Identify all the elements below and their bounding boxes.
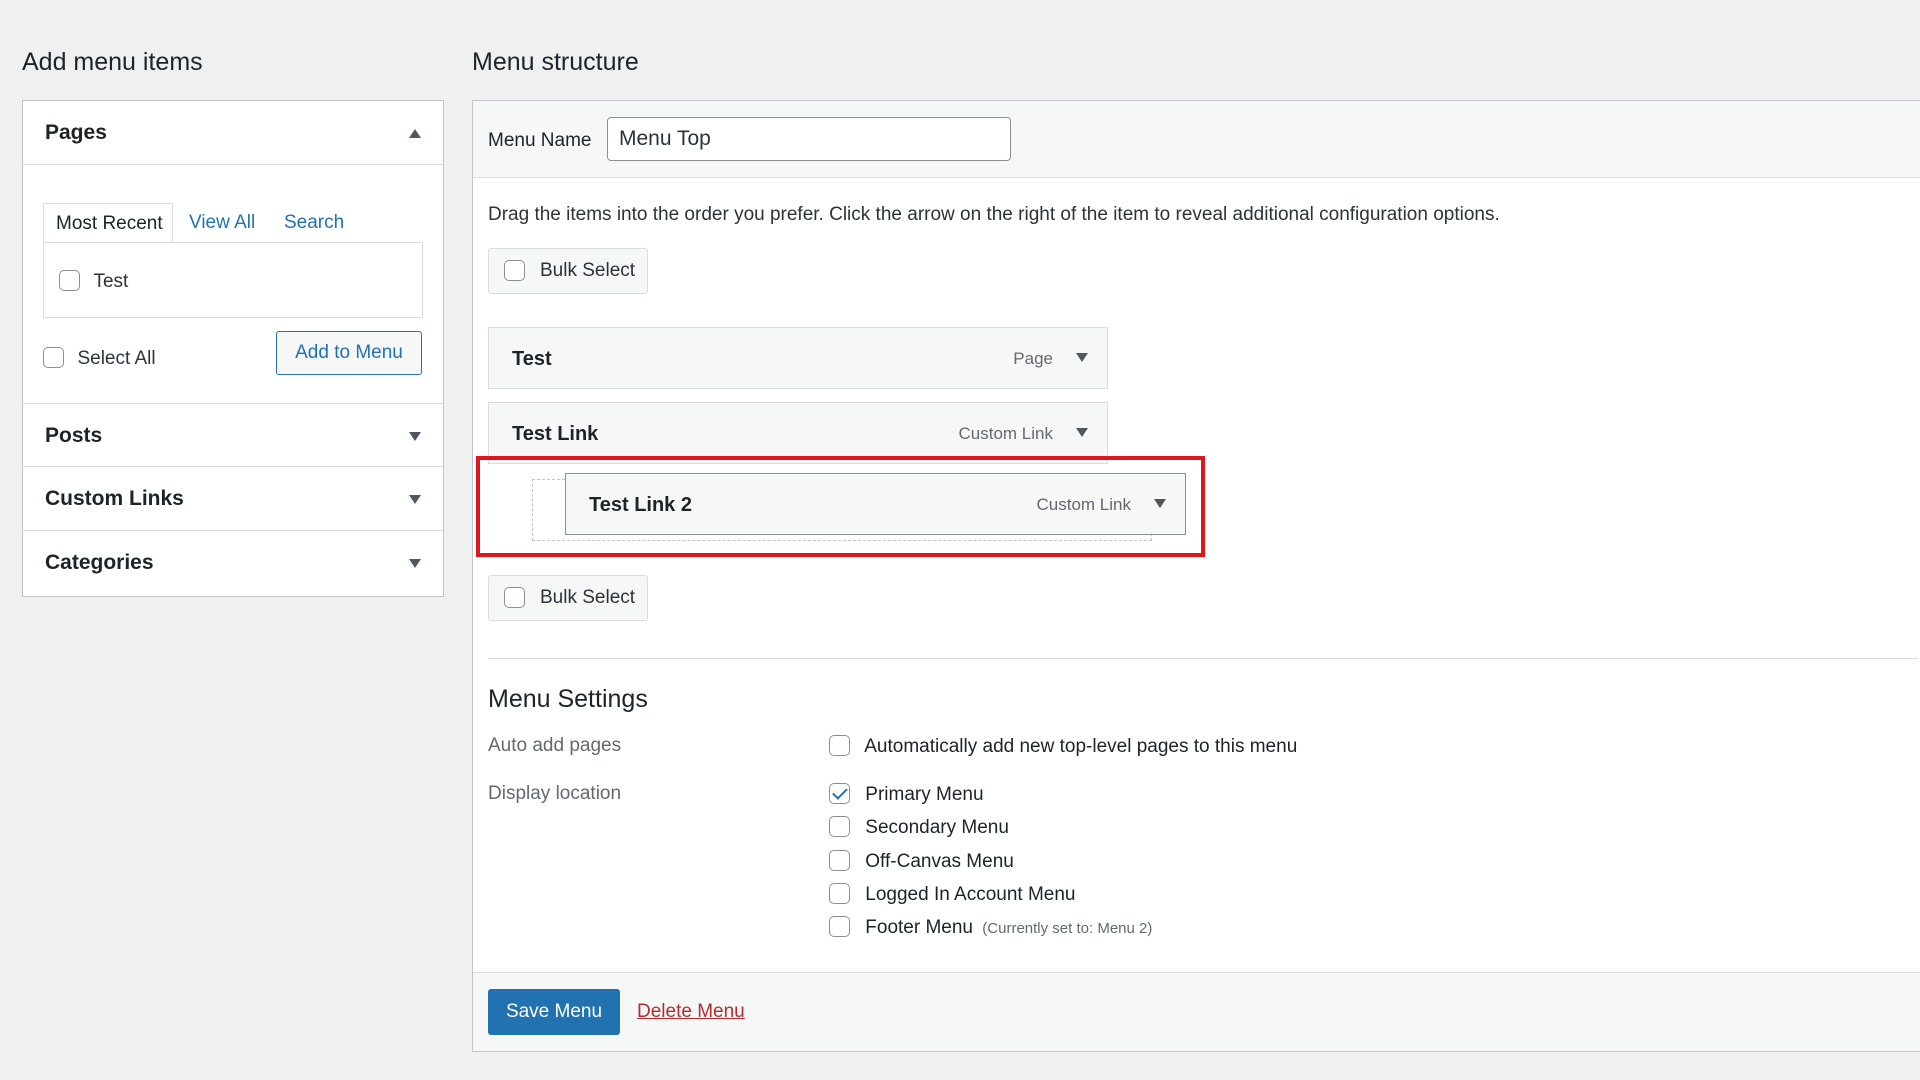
menu-item-title: Test Link	[512, 423, 599, 445]
location-label: Logged In Account Menu	[865, 884, 1076, 905]
custom-links-section-title: Custom Links	[45, 487, 184, 510]
bulk-select-checkbox[interactable]	[504, 260, 525, 281]
highlight-box	[476, 456, 1205, 557]
menu-name-bar: Menu Name	[473, 101, 1920, 178]
menu-settings-heading: Menu Settings	[488, 685, 648, 713]
add-menu-items-heading: Add menu items	[22, 48, 203, 76]
select-all-label: Select All	[77, 348, 156, 369]
expand-item-arrow-icon[interactable]	[1076, 353, 1088, 362]
bulk-select-top[interactable]: Bulk Select	[488, 248, 648, 294]
add-menu-items-panel: Pages Most Recent View All Search Test S…	[22, 100, 444, 597]
save-menu-button[interactable]: Save Menu	[488, 989, 620, 1035]
auto-add-label: Auto add pages	[488, 735, 622, 756]
delete-menu-link[interactable]: Delete Menu	[637, 1001, 745, 1023]
location-secondary[interactable]: Secondary Menu	[829, 816, 1009, 839]
select-all-checkbox[interactable]	[43, 347, 64, 368]
bulk-select-label: Bulk Select	[540, 587, 636, 608]
expand-arrow-icon[interactable]	[409, 495, 421, 504]
location-checkbox[interactable]	[829, 916, 850, 937]
location-note: (Currently set to: Menu 2)	[982, 920, 1153, 937]
location-label: Secondary Menu	[865, 817, 1009, 838]
menu-structure-panel: Menu Name Drag the items into the order …	[472, 100, 1920, 1052]
pages-section-title: Pages	[45, 121, 107, 144]
select-all-row[interactable]: Select All	[43, 347, 156, 370]
menu-name-input[interactable]	[607, 117, 1011, 161]
categories-section-header[interactable]: Categories	[23, 531, 443, 595]
auto-add-text: Automatically add new top-level pages to…	[864, 736, 1298, 757]
menu-item-test[interactable]: Test Page	[488, 327, 1108, 389]
location-logged-in[interactable]: Logged In Account Menu	[829, 883, 1076, 906]
location-label: Off-Canvas Menu	[865, 851, 1014, 872]
bulk-select-label: Bulk Select	[540, 260, 636, 281]
pages-section-header[interactable]: Pages	[23, 101, 443, 165]
location-checkbox[interactable]	[829, 816, 850, 837]
location-checkbox[interactable]	[829, 783, 850, 804]
most-recent-list: Test	[43, 242, 423, 318]
menu-structure-heading: Menu structure	[472, 48, 639, 76]
tab-view-all[interactable]: View All	[189, 212, 255, 234]
location-primary[interactable]: Primary Menu	[829, 783, 984, 806]
menu-item-test-link[interactable]: Test Link Custom Link	[488, 402, 1108, 464]
tab-most-recent[interactable]: Most Recent	[43, 203, 173, 243]
menu-footer-bar: Save Menu Delete Menu	[473, 972, 1920, 1051]
posts-section-title: Posts	[45, 424, 103, 447]
custom-links-section-header[interactable]: Custom Links	[23, 467, 443, 531]
save-menu-label: Save Menu	[505, 1001, 603, 1022]
list-item[interactable]: Test	[59, 270, 128, 293]
expand-item-arrow-icon[interactable]	[1076, 428, 1088, 437]
bulk-select-bottom[interactable]: Bulk Select	[488, 575, 648, 621]
instructions-text: Drag the items into the order you prefer…	[488, 204, 1500, 225]
add-to-menu-button[interactable]: Add to Menu	[276, 331, 422, 375]
menu-name-label: Menu Name	[488, 130, 592, 151]
tab-most-recent-label: Most Recent	[56, 213, 163, 234]
add-to-menu-label: Add to Menu	[295, 342, 403, 363]
location-checkbox[interactable]	[829, 850, 850, 871]
divider	[488, 658, 1918, 659]
page-item-checkbox[interactable]	[59, 270, 80, 291]
auto-add-checkbox[interactable]	[829, 735, 850, 756]
location-footer[interactable]: Footer Menu (Currently set to: Menu 2)	[829, 916, 1152, 939]
menu-item-title: Test	[512, 348, 552, 370]
expand-arrow-icon[interactable]	[409, 559, 421, 568]
menu-item-type: Custom Link	[958, 424, 1053, 443]
tab-search[interactable]: Search	[284, 212, 344, 234]
display-location-label: Display location	[488, 783, 622, 804]
page-item-label: Test	[93, 271, 129, 292]
categories-section-title: Categories	[45, 551, 154, 574]
location-label: Footer Menu	[865, 917, 974, 938]
collapse-arrow-icon[interactable]	[409, 129, 421, 138]
location-checkbox[interactable]	[829, 883, 850, 904]
location-off-canvas[interactable]: Off-Canvas Menu	[829, 850, 1014, 873]
location-label: Primary Menu	[865, 784, 984, 805]
menu-item-type: Page	[1013, 349, 1053, 368]
auto-add-row[interactable]: Automatically add new top-level pages to…	[829, 735, 1297, 758]
posts-section-header[interactable]: Posts	[23, 403, 443, 467]
bulk-select-checkbox[interactable]	[504, 587, 525, 608]
expand-arrow-icon[interactable]	[409, 432, 421, 441]
